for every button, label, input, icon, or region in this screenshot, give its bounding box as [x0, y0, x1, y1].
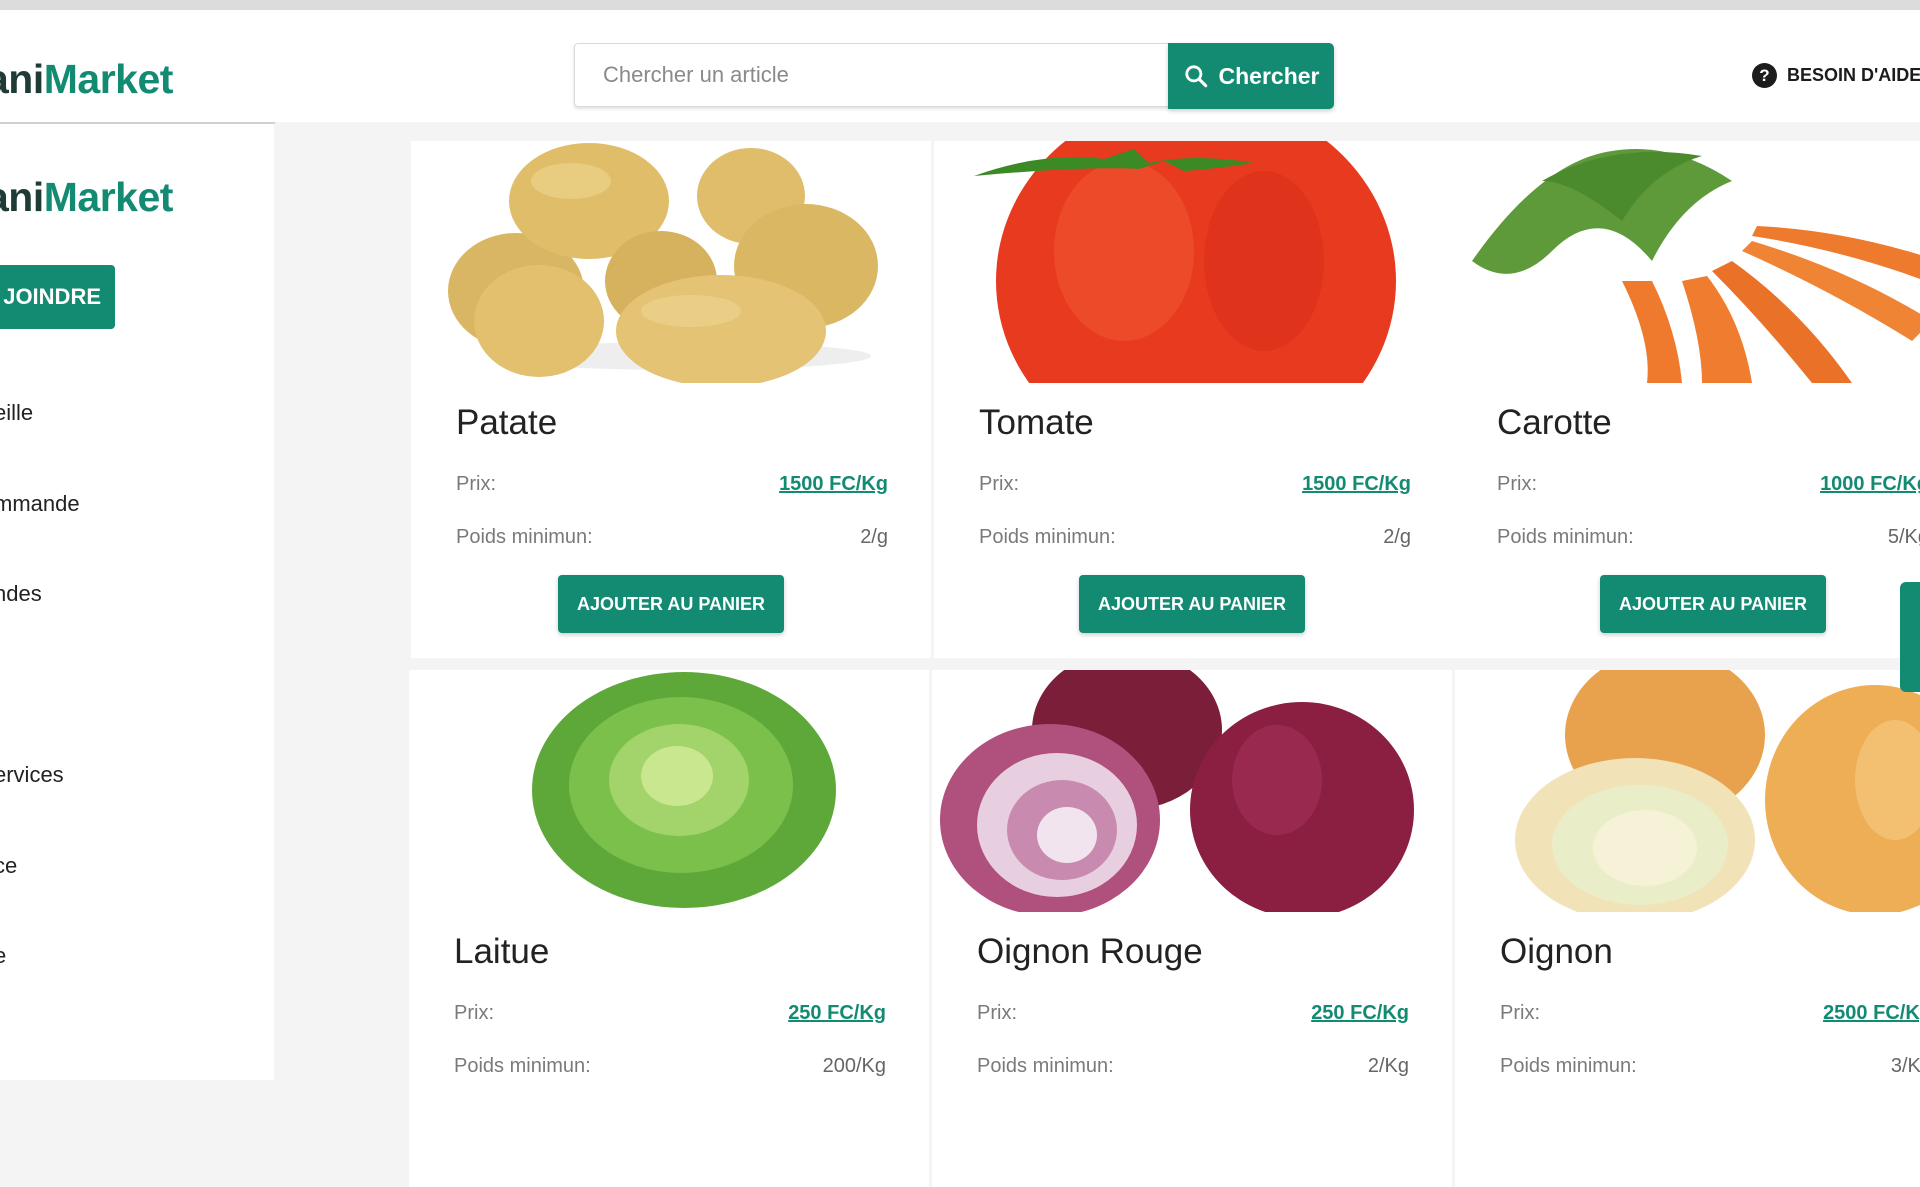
help-icon: ?	[1752, 63, 1777, 88]
price-link[interactable]: 250 FC/Kg	[1311, 1002, 1409, 1025]
product-name: Carotte	[1497, 403, 1612, 442]
side-tab-handle[interactable]	[1900, 582, 1920, 692]
search-button[interactable]: Chercher	[1168, 43, 1334, 109]
product-card-oignon-rouge: Oignon Rouge Prix: 250 FC/Kg Poids minim…	[932, 670, 1452, 1187]
price-label: Prix:	[456, 473, 496, 495]
weight-row: Poids minimun: 2/Kg	[977, 1055, 1409, 1078]
price-label: Prix:	[1497, 473, 1537, 495]
sidebar-item-4[interactable]: ervices	[0, 762, 64, 788]
product-card-patate: Patate Prix: 1500 FC/Kg Poids minimun: 2…	[411, 141, 931, 658]
product-name: Oignon Rouge	[977, 932, 1203, 971]
weight-row: Poids minimun: 2/g	[979, 526, 1411, 549]
price-label: Prix:	[979, 473, 1019, 495]
product-card-laitue: Laitue Prix: 250 FC/Kg Poids minimun: 20…	[409, 670, 929, 1187]
weight-value: 200/Kg	[822, 1055, 886, 1077]
price-link[interactable]: 2500 FC/Kg	[1823, 1002, 1920, 1025]
sidebar-logo-dark: ani	[0, 174, 44, 220]
sidebar-item-3[interactable]: ndes	[0, 581, 42, 607]
weight-value: 5/Kg	[1887, 526, 1920, 548]
price-label: Prix:	[977, 1002, 1017, 1024]
search-icon	[1184, 65, 1207, 88]
weight-label: Poids minimun:	[1500, 1055, 1637, 1077]
sidebar-item-2[interactable]: mmande	[0, 491, 80, 517]
price-row: Prix: 250 FC/Kg	[977, 1002, 1409, 1025]
product-name: Tomate	[979, 403, 1094, 442]
price-link[interactable]: 1500 FC/Kg	[779, 473, 888, 496]
logo-text-dark: ani	[0, 56, 44, 102]
weight-row: Poids minimun: 3/Kg	[1500, 1055, 1920, 1078]
add-to-cart-button[interactable]: AJOUTER AU PANIER	[1600, 575, 1826, 633]
price-link[interactable]: 1000 FC/Kg	[1820, 473, 1920, 496]
product-name: Oignon	[1500, 932, 1613, 971]
join-button[interactable]: JOINDRE	[0, 265, 115, 329]
red-onion-image	[932, 670, 1452, 912]
weight-value: 2/g	[1383, 526, 1411, 548]
sidebar-item-6[interactable]: e	[0, 943, 6, 969]
weight-row: Poids minimun: 5/Kg	[1497, 526, 1920, 549]
price-row: Prix: 250 FC/Kg	[454, 1002, 886, 1025]
price-link[interactable]: 250 FC/Kg	[788, 1002, 886, 1025]
weight-row: Poids minimun: 2/g	[456, 526, 888, 549]
price-link[interactable]: 1500 FC/Kg	[1302, 473, 1411, 496]
header-logo[interactable]: aniMarket	[0, 56, 173, 103]
add-to-cart-button[interactable]: AJOUTER AU PANIER	[558, 575, 784, 633]
weight-label: Poids minimun:	[456, 526, 593, 548]
price-row: Prix: 1000 FC/Kg	[1497, 473, 1920, 496]
price-row: Prix: 2500 FC/Kg	[1500, 1002, 1920, 1025]
weight-value: 3/Kg	[1890, 1055, 1920, 1077]
price-row: Prix: 1500 FC/Kg	[979, 473, 1411, 496]
lettuce-image	[409, 670, 929, 912]
search-field[interactable]	[574, 43, 1168, 107]
sidebar-logo-green: Market	[43, 174, 174, 220]
weight-label: Poids minimun:	[977, 1055, 1114, 1077]
add-to-cart-button[interactable]: AJOUTER AU PANIER	[1079, 575, 1305, 633]
product-card-carotte: Carotte Prix: 1000 FC/Kg Poids minimun: …	[1452, 141, 1920, 658]
search-input[interactable]	[575, 44, 1168, 106]
sidebar-item-5[interactable]: ce	[0, 853, 17, 879]
top-bar: aniMarket Chercher ? BESOIN D'AIDE	[0, 10, 1920, 122]
weight-label: Poids minimun:	[454, 1055, 591, 1077]
help-link[interactable]: ? BESOIN D'AIDE	[1752, 63, 1920, 88]
product-card-oignon: Oignon Prix: 2500 FC/Kg Poids minimun: 3…	[1455, 670, 1920, 1187]
product-name: Patate	[456, 403, 558, 442]
top-border	[0, 0, 1920, 10]
carrot-image	[1452, 141, 1920, 383]
weight-row: Poids minimun: 200/Kg	[454, 1055, 886, 1078]
search-button-label: Chercher	[1218, 62, 1320, 89]
product-name: Laitue	[454, 932, 550, 971]
help-label: BESOIN D'AIDE	[1787, 65, 1920, 85]
sidebar-item-1[interactable]: eille	[0, 400, 33, 426]
product-card-tomate: Tomate Prix: 1500 FC/Kg Poids minimun: 2…	[934, 141, 1454, 658]
tomato-image	[934, 141, 1454, 383]
price-label: Prix:	[1500, 1002, 1540, 1024]
sidebar: aniMarket JOINDRE eille mmande ndes ervi…	[0, 124, 274, 1080]
price-row: Prix: 1500 FC/Kg	[456, 473, 888, 496]
price-label: Prix:	[454, 1002, 494, 1024]
sidebar-logo[interactable]: aniMarket	[0, 174, 173, 221]
logo-text-green: Market	[43, 56, 174, 102]
onion-image	[1455, 670, 1920, 912]
potato-image	[411, 141, 931, 383]
weight-value: 2/g	[860, 526, 888, 548]
weight-label: Poids minimun:	[1497, 526, 1634, 548]
weight-value: 2/Kg	[1367, 1055, 1409, 1077]
weight-label: Poids minimun:	[979, 526, 1116, 548]
